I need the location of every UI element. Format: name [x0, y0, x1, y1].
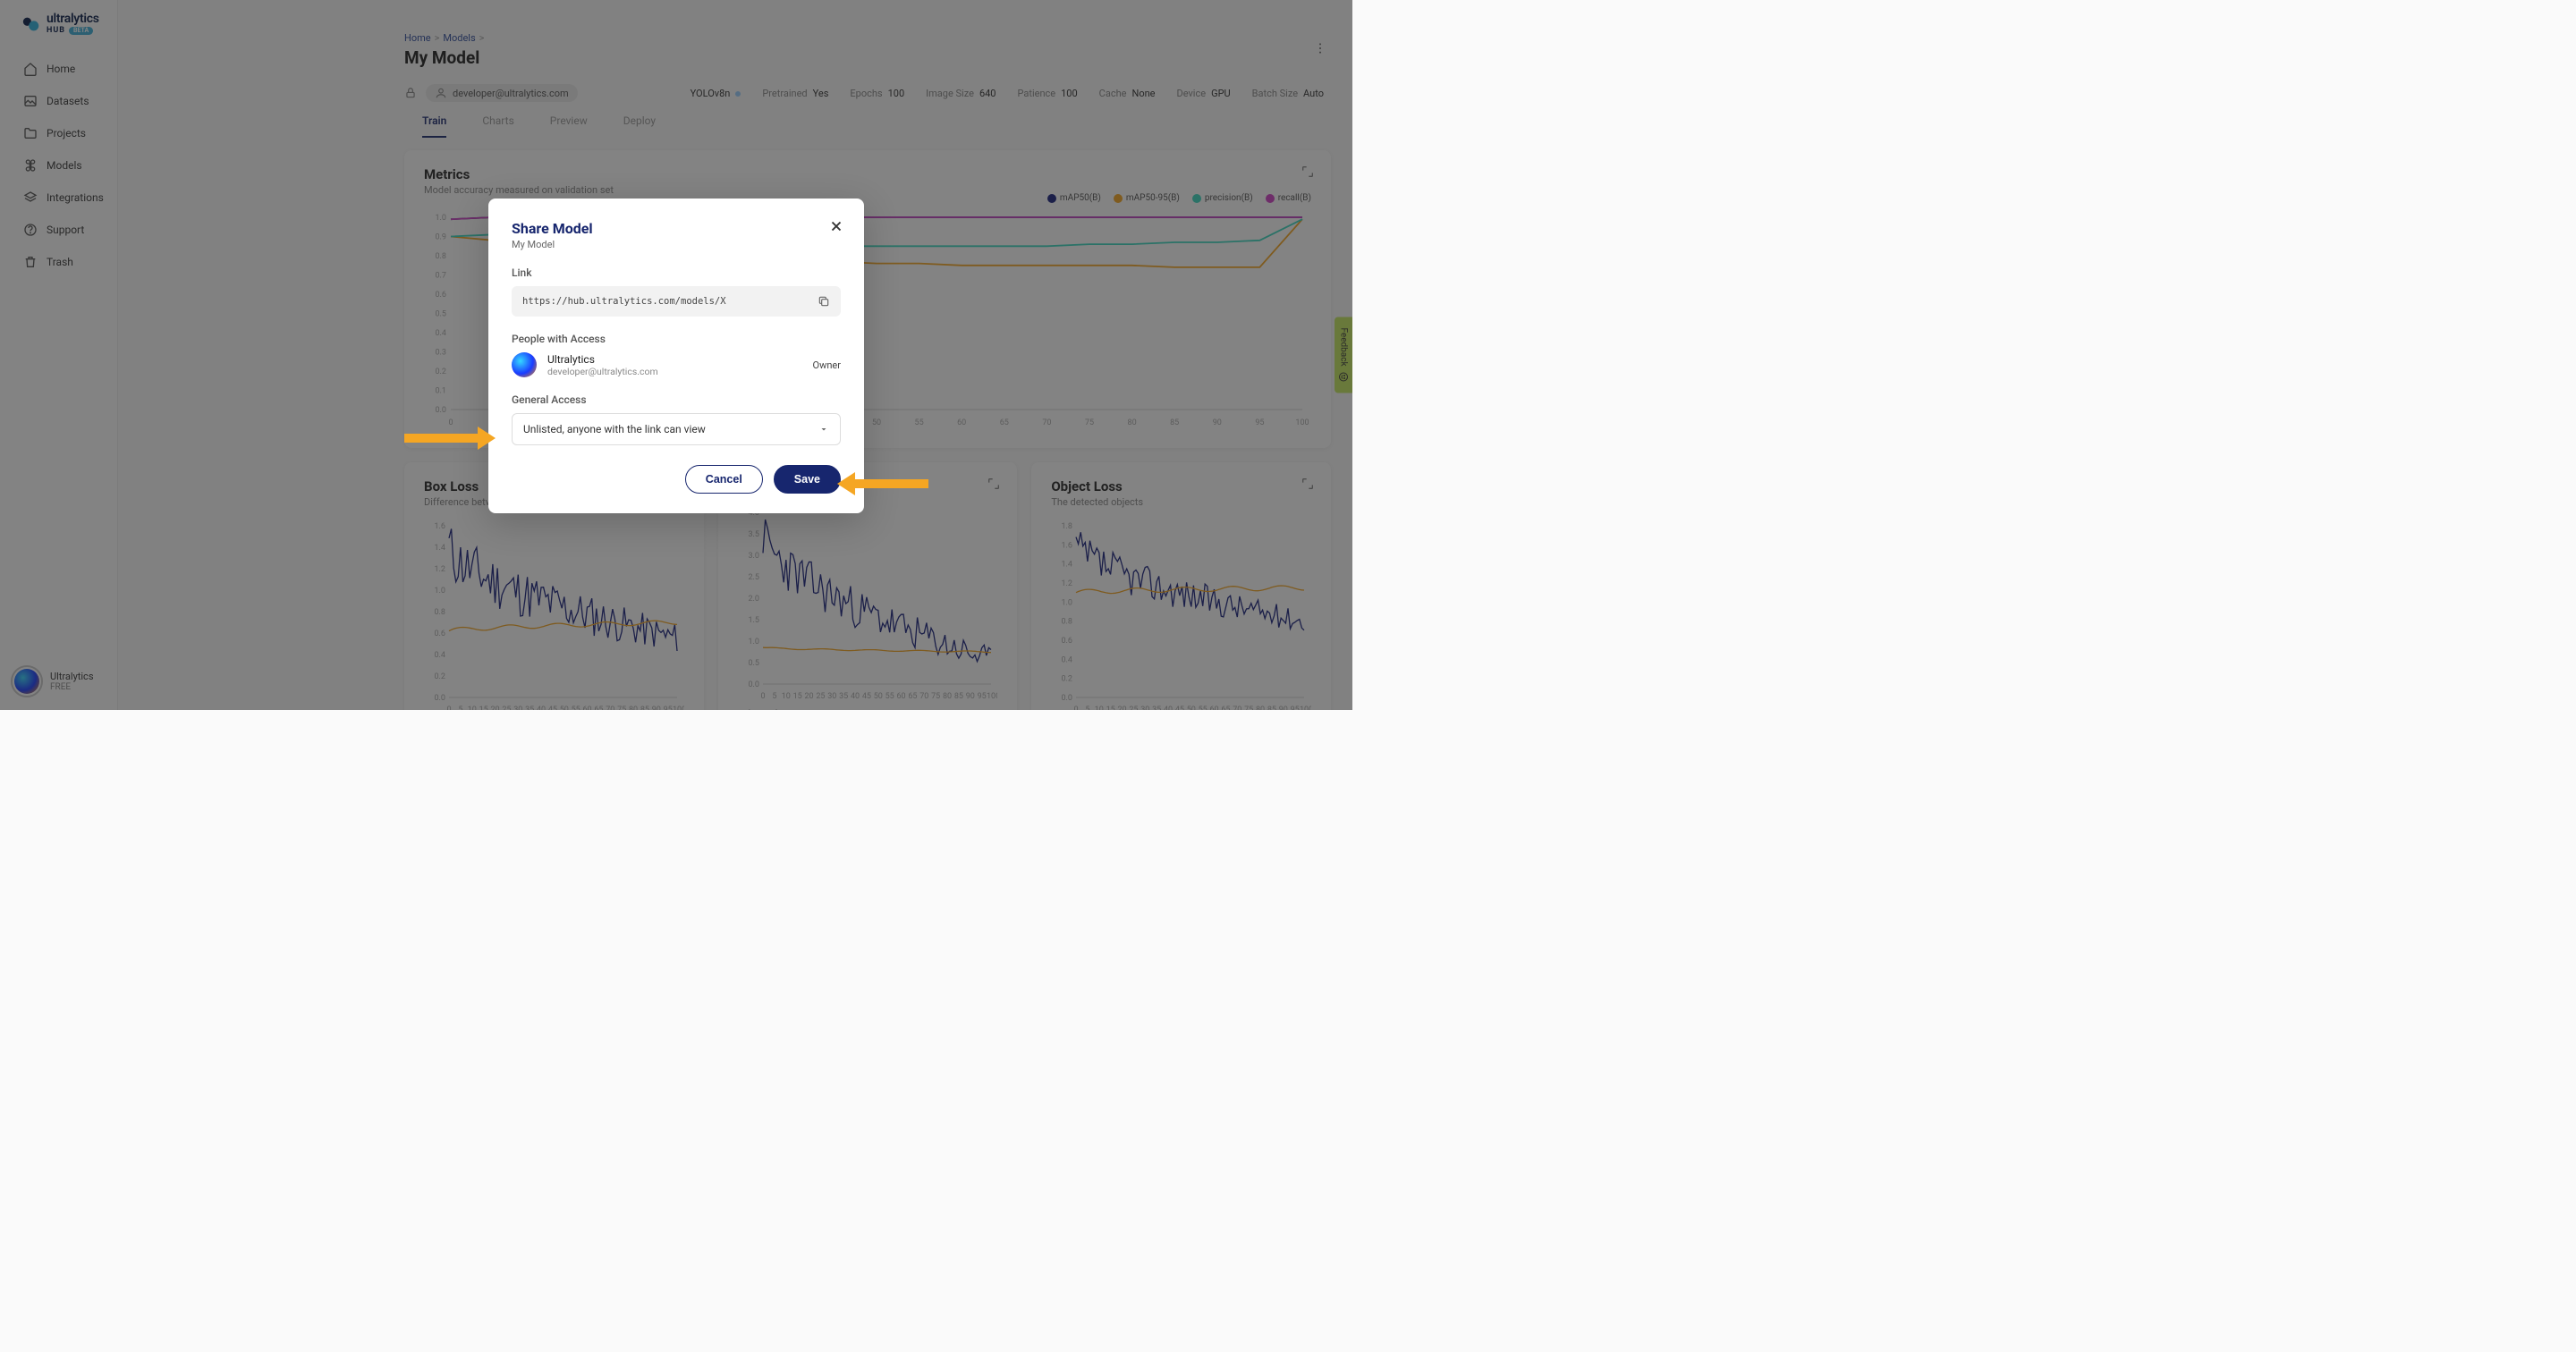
- access-name: Ultralytics: [547, 353, 658, 366]
- share-modal: Share Model My Model Link https://hub.ul…: [488, 199, 864, 513]
- modal-subtitle: My Model: [512, 239, 841, 250]
- chevron-down-icon: [818, 424, 829, 435]
- access-label: People with Access: [512, 333, 841, 345]
- save-button[interactable]: Save: [774, 465, 841, 494]
- general-access-select[interactable]: Unlisted, anyone with the link can view: [512, 413, 841, 445]
- annotation-arrow-right: [855, 479, 928, 488]
- select-value: Unlisted, anyone with the link can view: [523, 423, 706, 435]
- cancel-button[interactable]: Cancel: [685, 465, 763, 494]
- link-box: https://hub.ultralytics.com/models/X: [512, 286, 841, 317]
- access-email: developer@ultralytics.com: [547, 366, 658, 377]
- access-row: Ultralytics developer@ultralytics.com Ow…: [512, 352, 841, 377]
- modal-overlay[interactable]: Share Model My Model Link https://hub.ul…: [0, 0, 1352, 710]
- close-icon[interactable]: [828, 218, 844, 234]
- general-access-label: General Access: [512, 393, 841, 406]
- link-value: https://hub.ultralytics.com/models/X: [522, 296, 726, 307]
- access-avatar: [512, 352, 537, 377]
- annotation-arrow-left: [404, 434, 478, 443]
- link-label: Link: [512, 266, 841, 279]
- copy-icon[interactable]: [818, 295, 830, 308]
- modal-title: Share Model: [512, 220, 841, 237]
- access-role: Owner: [813, 359, 841, 371]
